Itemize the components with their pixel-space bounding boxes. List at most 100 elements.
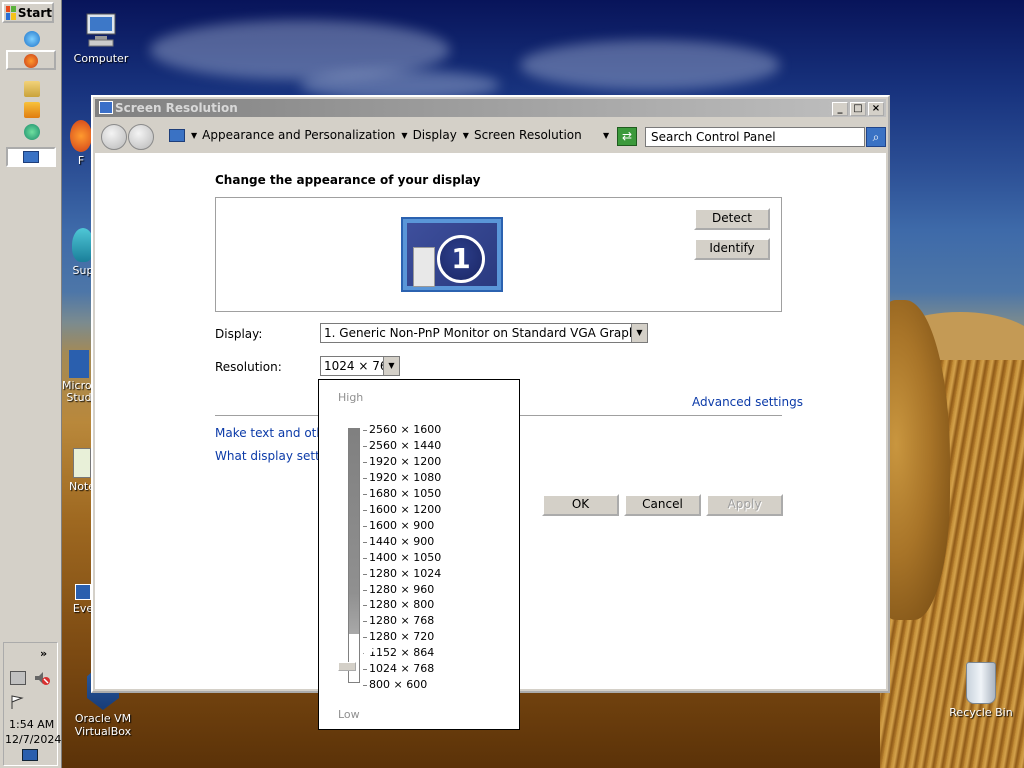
slider-tick (363, 557, 367, 559)
high-label: High (338, 391, 364, 404)
slider-tick (363, 525, 367, 527)
ok-button[interactable]: OK (542, 494, 619, 516)
chevron-down-icon[interactable]: ▼ (383, 357, 399, 375)
monitor-1-thumbnail[interactable]: 1 (401, 217, 503, 292)
desktop-icon-computer[interactable]: Computer (72, 10, 130, 65)
slider-tick (363, 541, 367, 543)
messenger-icon[interactable] (24, 124, 40, 140)
apply-button[interactable]: Apply (706, 494, 783, 516)
volume-muted-icon[interactable] (34, 671, 50, 685)
display-select-value: 1. Generic Non-PnP Monitor on Standard V… (324, 326, 648, 340)
low-label: Low (338, 708, 360, 721)
desktop-icon-label: Computer (73, 52, 129, 65)
address-bar[interactable]: ▼ Appearance and Personalization ▼ Displ… (169, 124, 613, 146)
desktop-icon-label: Oracle VM VirtualBox (74, 712, 132, 738)
chevron-down-icon[interactable]: ▼ (401, 131, 407, 140)
network-icon[interactable] (10, 671, 26, 685)
slider-tick (363, 477, 367, 479)
cloud (520, 40, 780, 90)
system-tray: » 1:54 AM 12/7/2024 (3, 642, 61, 766)
maximize-button[interactable]: □ (850, 102, 866, 116)
slider-tick (363, 493, 367, 495)
start-label: Start (17, 5, 52, 20)
slider-tick (363, 589, 367, 591)
breadcrumb-screen-resolution[interactable]: Screen Resolution (474, 128, 582, 142)
detect-button[interactable]: Detect (694, 208, 770, 230)
resolution-option[interactable]: 1280 × 768 (369, 614, 434, 627)
back-button[interactable] (101, 124, 127, 150)
resolution-option[interactable]: 1280 × 800 (369, 598, 434, 611)
internet-explorer-icon[interactable] (24, 31, 40, 47)
page-heading: Change the appearance of your display (215, 173, 481, 187)
show-desktop-icon[interactable] (22, 749, 38, 761)
breadcrumb-display[interactable]: Display (413, 128, 457, 142)
taskbar-button-screen-resolution[interactable] (6, 147, 56, 167)
tray-expand-button[interactable]: » (40, 647, 47, 660)
resolution-slider-fill (349, 429, 359, 634)
slider-tick (363, 430, 367, 431)
breadcrumb-appearance[interactable]: Appearance and Personalization (202, 128, 395, 142)
resolution-option[interactable]: 1280 × 720 (369, 630, 434, 643)
resolution-option[interactable]: 1440 × 900 (369, 535, 434, 548)
resolution-option[interactable]: 1680 × 1050 (369, 487, 441, 500)
clock-date[interactable]: 12/7/2024 (5, 733, 61, 746)
resolution-option[interactable]: 800 × 600 (369, 678, 427, 691)
desktop-icon-recycle-bin[interactable]: Recycle Bin (948, 662, 1014, 719)
display-select[interactable]: 1. Generic Non-PnP Monitor on Standard V… (320, 323, 648, 343)
window-thumbnail (413, 247, 435, 287)
slider-tick (363, 445, 367, 447)
action-center-flag-icon[interactable] (10, 695, 24, 709)
resolution-dropdown: High 2560 × 1600 2560 × 1440 1920 × 1200 19… (318, 379, 520, 730)
resolution-option[interactable]: 1920 × 1080 (369, 471, 441, 484)
display-preview: 1 Detect Identify (215, 197, 782, 312)
search-icon[interactable]: ⌕ (866, 127, 886, 147)
computer-icon (81, 10, 121, 50)
resolution-option[interactable]: 1024 × 768 (369, 662, 434, 675)
slider-tick (363, 669, 367, 671)
clock-time[interactable]: 1:54 AM (9, 718, 54, 731)
firefox-icon (70, 120, 92, 152)
resolution-slider-thumb[interactable] (338, 662, 356, 671)
display-settings-icon (23, 151, 39, 163)
resolution-select[interactable]: 1024 × 768 ▼ (320, 356, 400, 376)
event-viewer-icon (75, 584, 91, 600)
resolution-option[interactable]: 1600 × 900 (369, 519, 434, 532)
cancel-button[interactable]: Cancel (624, 494, 701, 516)
slider-tick (363, 573, 367, 575)
firefox-icon (24, 54, 38, 68)
media-player-icon[interactable] (24, 102, 40, 118)
folder-icon[interactable] (24, 81, 40, 97)
close-button[interactable]: × (868, 102, 884, 116)
windows-flag-icon (6, 5, 16, 20)
start-button[interactable]: Start (2, 2, 54, 23)
search-input[interactable]: Search Control Panel (645, 127, 865, 147)
minimize-button[interactable]: _ (832, 102, 848, 116)
resolution-label: Resolution: (215, 360, 282, 374)
advanced-settings-link[interactable]: Advanced settings (692, 395, 803, 409)
monitor-number: 1 (437, 235, 485, 283)
window-title: Screen Resolution (115, 101, 238, 115)
refresh-icon[interactable]: ⇄ (617, 127, 637, 146)
taskbar-button-firefox[interactable] (6, 50, 56, 70)
monitor-screen: 1 (407, 223, 497, 287)
notepad-icon (73, 448, 91, 478)
resolution-option[interactable]: 1152 × 864 (369, 646, 434, 659)
chevron-down-icon[interactable]: ▼ (631, 324, 647, 342)
navigation-bar: ▼ Appearance and Personalization ▼ Displ… (95, 119, 886, 153)
resolution-option[interactable]: 1280 × 1024 (369, 567, 441, 580)
taskbar: Start » 1:54 AM 12/7/2024 (0, 0, 62, 768)
resolution-option[interactable]: 1600 × 1200 (369, 503, 441, 516)
desktop-icon-label: F (77, 154, 85, 167)
resolution-option[interactable]: 1400 × 1050 (369, 551, 441, 564)
identify-button[interactable]: Identify (694, 238, 770, 260)
address-history-dropdown-icon[interactable]: ▼ (603, 131, 609, 140)
window-titlebar[interactable]: Screen Resolution _ □ × (95, 99, 886, 117)
resolution-option[interactable]: 2560 × 1440 (369, 439, 441, 452)
forward-button[interactable] (128, 124, 154, 150)
chevron-down-icon[interactable]: ▼ (191, 131, 197, 140)
resolution-option[interactable]: 1920 × 1200 (369, 455, 441, 468)
recycle-bin-icon (966, 662, 996, 704)
chevron-down-icon[interactable]: ▼ (463, 131, 469, 140)
resolution-option[interactable]: 2560 × 1600 (369, 423, 441, 436)
resolution-option[interactable]: 1280 × 960 (369, 583, 434, 596)
